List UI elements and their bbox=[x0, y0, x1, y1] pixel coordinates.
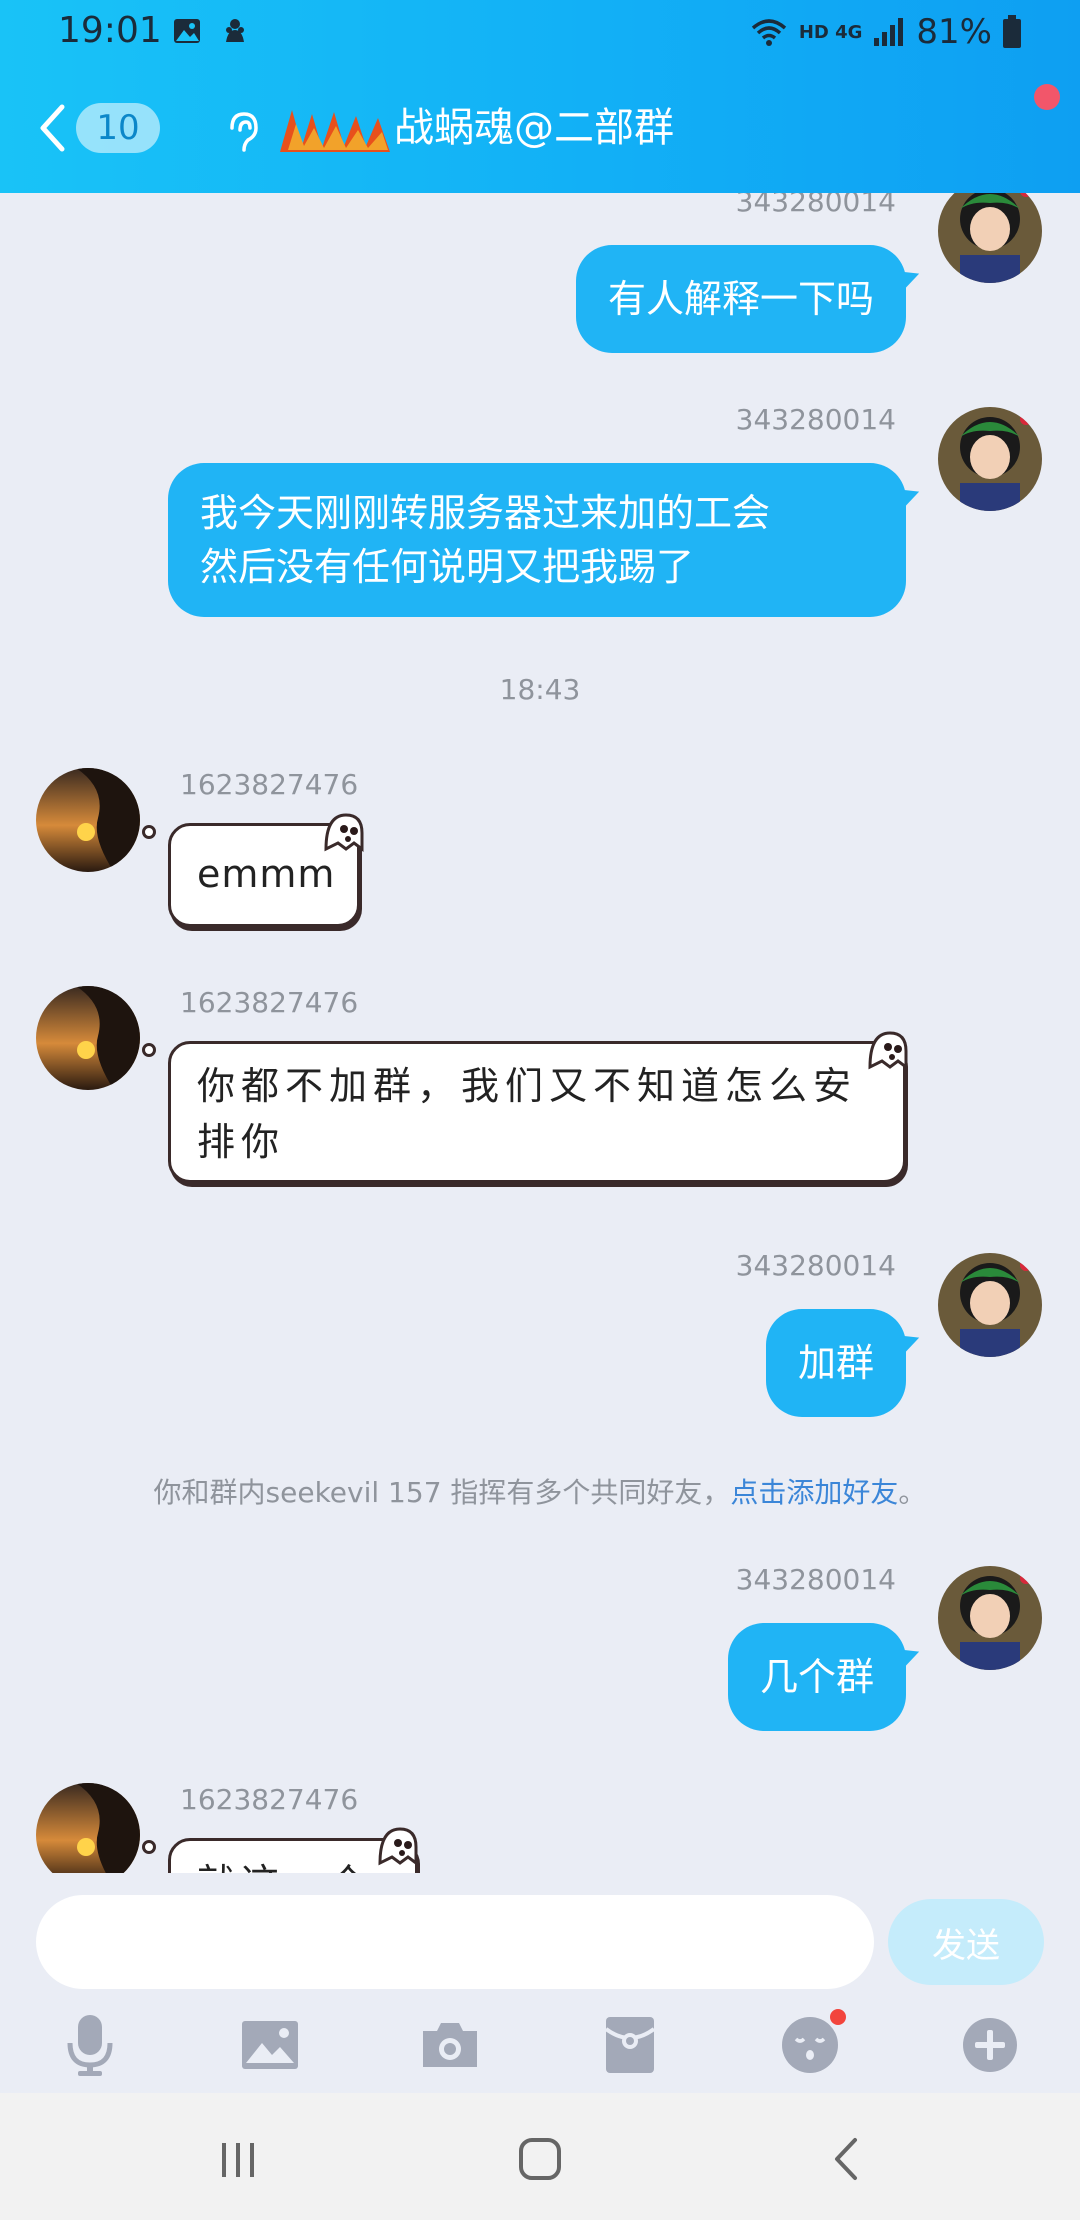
avatar-sunset-image bbox=[36, 986, 140, 1090]
message-text-block: 你都不加群，我们又不知道怎么安 排你 bbox=[171, 1044, 903, 1184]
sender-id: 343280014 bbox=[735, 1249, 896, 1282]
avatar-snow-white-image bbox=[938, 1253, 1042, 1357]
status-bar: 19:01 HD 4G 81% bbox=[0, 0, 1080, 64]
battery-icon bbox=[1003, 15, 1021, 48]
message-list[interactable]: 343280014 有人解释一下吗 343280014 我今天刚刚转服务器过来加… bbox=[0, 193, 1080, 1873]
avatar[interactable] bbox=[36, 768, 140, 872]
home-icon bbox=[519, 2138, 561, 2180]
message-bubble[interactable]: 几个群 bbox=[727, 1623, 906, 1731]
group-logo-icon bbox=[280, 110, 390, 152]
wifi-icon bbox=[751, 19, 786, 46]
group-title[interactable]: 战蜗魂@二部群 bbox=[394, 100, 674, 156]
avatar-sunset-image bbox=[36, 768, 140, 872]
input-toolbar bbox=[0, 2005, 1080, 2085]
back-button[interactable]: 10 bbox=[38, 100, 168, 156]
message-bubble[interactable]: 你都不加群，我们又不知道怎么安 排你 bbox=[168, 1041, 906, 1183]
notification-dot bbox=[1034, 84, 1060, 110]
emoji-button[interactable] bbox=[770, 2005, 850, 2085]
avatar-snow-white-image bbox=[938, 1566, 1042, 1670]
microphone-icon bbox=[67, 2015, 113, 2076]
sender-id: 1623827476 bbox=[180, 768, 359, 801]
system-note: 你和群内seekevil 157 指挥有多个共同好友，点击添加好友。 bbox=[0, 1471, 1080, 1511]
send-button[interactable]: 发送 bbox=[888, 1899, 1044, 1985]
signal-icon bbox=[874, 18, 904, 46]
avatar[interactable] bbox=[938, 407, 1042, 511]
message-bubble[interactable]: 有人解释一下吗 bbox=[575, 245, 906, 353]
earpiece-mode-icon[interactable] bbox=[222, 108, 262, 156]
sender-id: 343280014 bbox=[735, 1563, 896, 1596]
avatar-snow-white-image bbox=[938, 193, 1042, 283]
message-text-line: 排你 bbox=[197, 1120, 286, 1164]
network-type: HD 4G bbox=[798, 21, 863, 43]
camera-button[interactable] bbox=[410, 2005, 490, 2085]
voice-button[interactable] bbox=[50, 2005, 130, 2085]
ghost-sticker-icon bbox=[378, 1827, 418, 1866]
message-input[interactable] bbox=[36, 1895, 874, 1989]
recent-apps-icon bbox=[222, 2143, 254, 2177]
message-bubble[interactable]: 我今天刚刚转服务器过来加的工会 然后没有任何说明又把我踢了 bbox=[168, 463, 906, 617]
input-area: 发送 bbox=[0, 1873, 1080, 2093]
chevron-left-icon bbox=[40, 104, 65, 152]
image-icon bbox=[242, 2021, 298, 2069]
message-text-line: 然后没有任何说明又把我踢了 bbox=[200, 545, 695, 589]
message-text: 有人解释一下吗 bbox=[607, 277, 874, 321]
nav-bar: 10 战蜗魂@二部群 bbox=[0, 64, 1080, 193]
system-note-text: 你和群内seekevil 157 指挥有多个共同好友， bbox=[153, 1476, 731, 1509]
sender-id: 1623827476 bbox=[180, 1783, 359, 1816]
emoji-new-dot bbox=[830, 2009, 846, 2025]
avatar[interactable] bbox=[938, 193, 1042, 283]
camera-icon bbox=[423, 2023, 477, 2067]
bubble-tail bbox=[142, 1043, 156, 1057]
avatar[interactable] bbox=[938, 1566, 1042, 1670]
red-packet-icon bbox=[604, 2017, 656, 2073]
unread-count-badge: 10 bbox=[76, 103, 160, 153]
more-button[interactable] bbox=[950, 2005, 1030, 2085]
message-text: 几个群 bbox=[759, 1655, 874, 1699]
ghost-sticker-icon bbox=[868, 1031, 908, 1070]
back-arrow-icon bbox=[835, 2138, 857, 2180]
avatar[interactable] bbox=[938, 1253, 1042, 1357]
gallery-notification-icon bbox=[174, 19, 200, 43]
plus-icon bbox=[963, 2018, 1017, 2072]
avatar[interactable] bbox=[36, 986, 140, 1090]
bubble-tail bbox=[142, 1840, 156, 1854]
status-right: HD 4G 81% bbox=[749, 12, 1022, 52]
message-text: 加群 bbox=[797, 1341, 874, 1385]
avatar[interactable] bbox=[36, 1783, 140, 1873]
system-navigation-bar bbox=[0, 2093, 1080, 2220]
message-bubble[interactable]: 加群 bbox=[765, 1309, 906, 1417]
message-text-line: 你都不加群，我们又不知道怎么安 bbox=[197, 1064, 858, 1108]
bubble-tail bbox=[142, 825, 156, 839]
status-time: 19:01 bbox=[58, 10, 162, 51]
recent-apps-button[interactable] bbox=[208, 2129, 268, 2189]
add-friend-link[interactable]: 点击添加好友 bbox=[730, 1476, 898, 1509]
ghost-sticker-icon bbox=[324, 813, 364, 852]
avatar-sunset-image bbox=[36, 1783, 140, 1873]
image-button[interactable] bbox=[230, 2005, 310, 2085]
status-notification-icons bbox=[172, 16, 250, 46]
sender-id: 1623827476 bbox=[180, 986, 359, 1019]
emoji-icon bbox=[782, 2017, 838, 2073]
message-text-line: 我今天刚刚转服务器过来加的工会 bbox=[200, 491, 771, 535]
battery-percent: 81% bbox=[916, 12, 992, 52]
sender-id: 343280014 bbox=[735, 193, 896, 218]
chat-header: 19:01 HD 4G 81% 10 战蜗魂@二部群 bbox=[0, 0, 1080, 193]
red-packet-button[interactable] bbox=[590, 2005, 670, 2085]
app-notification-icon bbox=[226, 19, 244, 42]
system-note-end: 。 bbox=[898, 1476, 927, 1509]
sender-id: 343280014 bbox=[735, 403, 896, 436]
time-separator: 18:43 bbox=[499, 673, 581, 706]
system-back-button[interactable] bbox=[816, 2129, 876, 2189]
avatar-snow-white-image bbox=[938, 407, 1042, 511]
home-button[interactable] bbox=[510, 2129, 570, 2189]
